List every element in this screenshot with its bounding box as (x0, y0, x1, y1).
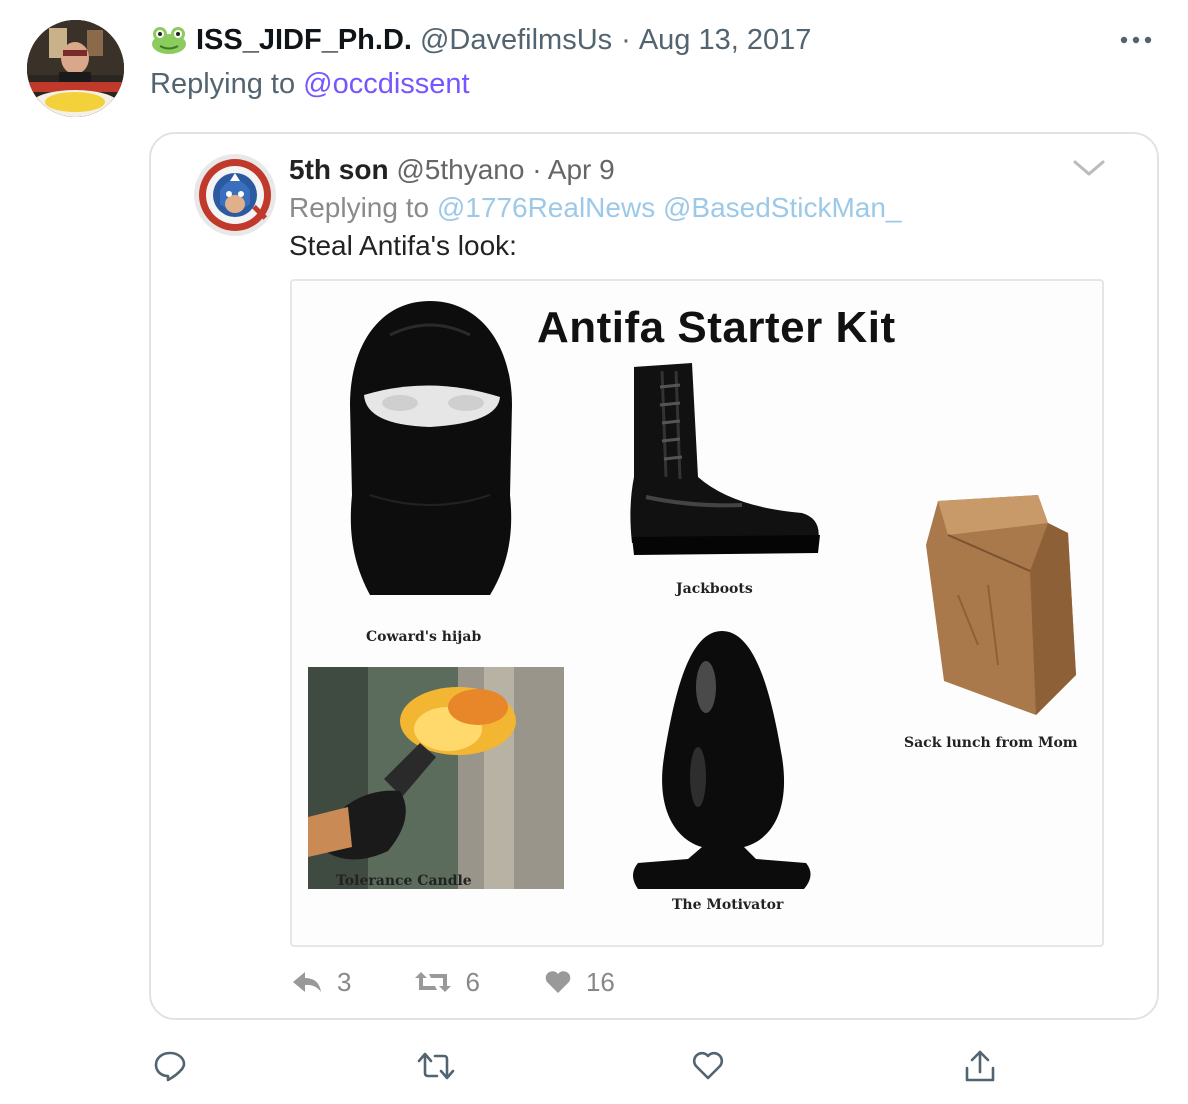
frog-face-icon (152, 27, 186, 54)
quoted-replying-prefix: Replying to (289, 192, 430, 223)
replying-to: Replying to @occdissent (150, 68, 470, 101)
paper-bag-picture (926, 495, 1076, 715)
retweet-count: 6 (465, 966, 480, 997)
quoted-stats: 3 6 16 (291, 962, 679, 1002)
share-icon[interactable] (960, 1046, 1000, 1086)
quoted-retweet-stat[interactable]: 6 (415, 966, 480, 998)
quoted-tweet-text: Steal Antifa's look: (289, 230, 517, 261)
replying-prefix: Replying to (150, 68, 296, 100)
quoted-header: 5th son @5thyano · Apr 9 (289, 154, 615, 186)
retweet-action-icon[interactable] (416, 1046, 456, 1086)
balaclava-picture (350, 301, 512, 595)
like-count: 16 (585, 966, 615, 997)
quoted-like-stat[interactable]: 16 (544, 967, 615, 998)
avatar-image (27, 20, 124, 117)
reply-arrow-icon (293, 972, 321, 992)
quoted-reply-mention-2[interactable]: @BasedStickMan_ (663, 192, 902, 223)
quoted-reply-stat[interactable]: 3 (291, 967, 351, 998)
display-name[interactable]: ISS_JIDF_Ph.D. (196, 24, 412, 57)
meme-image[interactable]: Antifa Starter Kit Coward's hijab Jackbo… (290, 279, 1104, 947)
tweet-header: ISS_JIDF_Ph.D. @DavefilmsUs · Aug 13, 20… (150, 22, 811, 58)
more-options-icon[interactable] (1116, 30, 1156, 50)
tweet-date[interactable]: Aug 13, 2017 (639, 24, 812, 57)
chevron-down-icon[interactable] (1071, 156, 1107, 180)
caption-plug: The Motivator (672, 897, 784, 913)
quoted-tweet-card[interactable]: 5th son @5thyano · Apr 9 Replying to @17… (149, 132, 1159, 1020)
jackboot-picture (630, 363, 820, 555)
handle[interactable]: @DavefilmsUs (420, 24, 612, 57)
caption-fire: Tolerance Candle (336, 873, 472, 889)
molotov-photo (308, 667, 564, 889)
caption-boots: Jackboots (676, 581, 753, 597)
reply-mention[interactable]: @occdissent (303, 68, 469, 100)
quoted-display-name[interactable]: 5th son (289, 154, 389, 185)
quoted-replying-to: Replying to @1776RealNews @BasedStickMan… (289, 192, 902, 224)
quoted-avatar[interactable] (194, 154, 276, 236)
meme-title: Antifa Starter Kit (537, 303, 896, 352)
retweet-icon (415, 972, 452, 992)
quoted-date[interactable]: Apr 9 (548, 154, 615, 185)
motivator-picture (633, 631, 811, 889)
caption-mask: Coward's hijab (366, 629, 482, 645)
quoted-reply-mention-1[interactable]: @1776RealNews (437, 192, 655, 223)
heart-icon (545, 971, 571, 993)
reply-count: 3 (337, 966, 352, 997)
like-icon[interactable] (688, 1046, 728, 1086)
avatar[interactable] (27, 20, 124, 117)
captain-america-avatar-image (194, 154, 276, 236)
caption-bag: Sack lunch from Mom (904, 735, 1078, 751)
reply-icon[interactable] (150, 1046, 190, 1086)
quoted-separator: · (532, 154, 542, 185)
quoted-handle[interactable]: @5thyano (396, 154, 524, 185)
separator: · (621, 23, 631, 56)
tweet-action-bar (150, 1046, 1010, 1086)
